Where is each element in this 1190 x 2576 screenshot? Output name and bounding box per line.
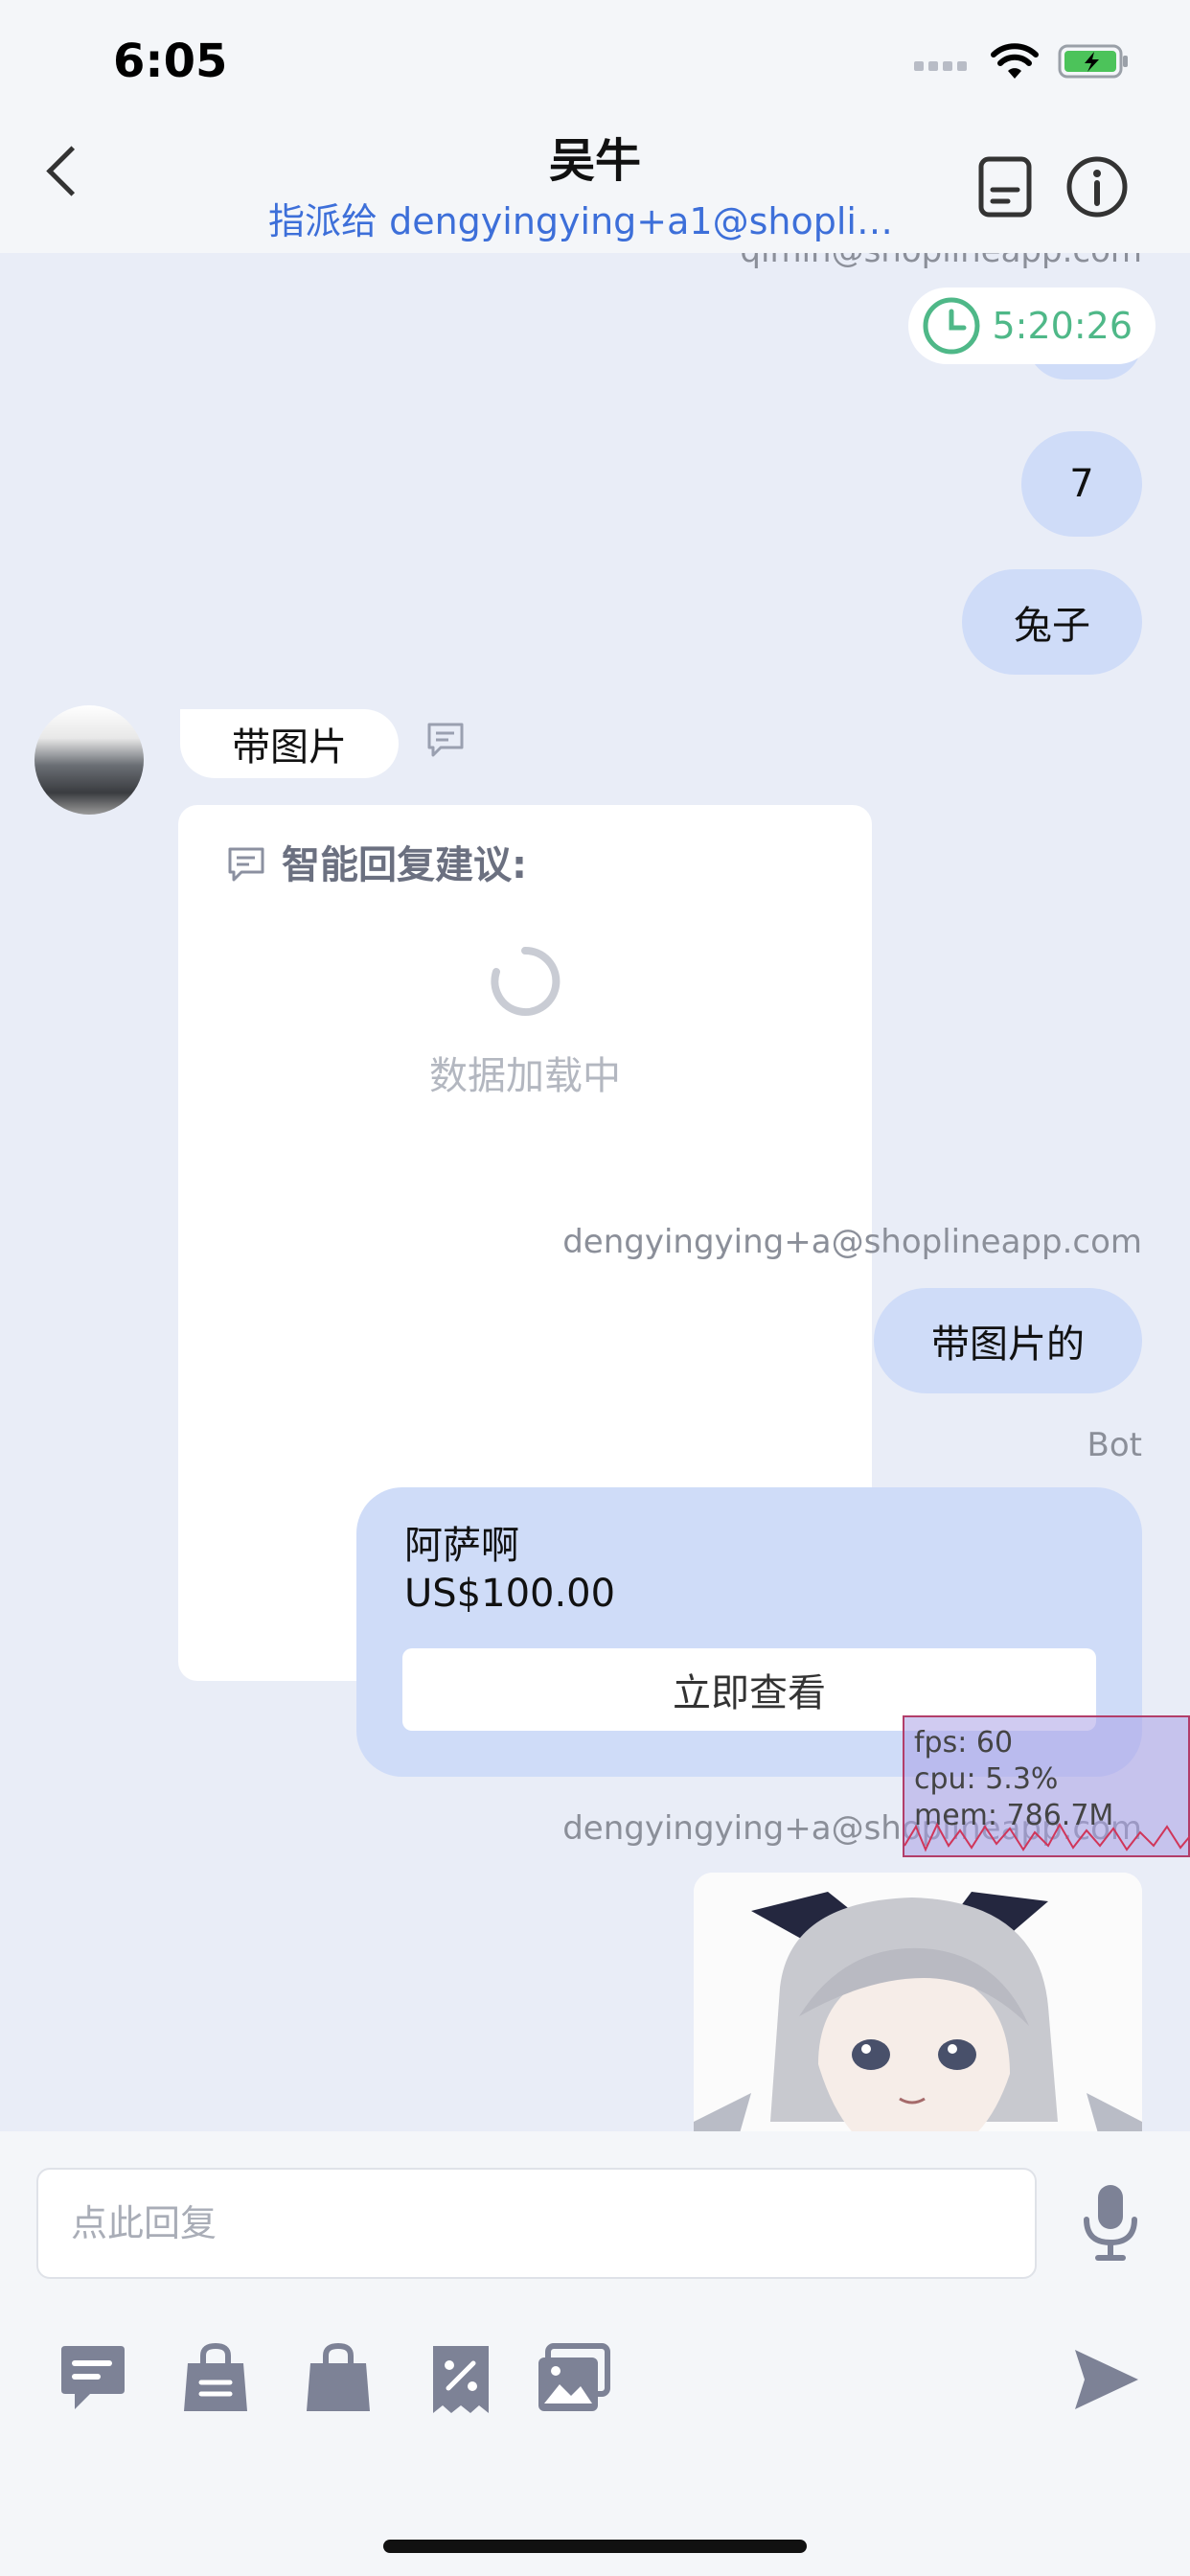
avatar[interactable] [34, 705, 144, 815]
quick-reply-icon[interactable] [56, 2342, 130, 2417]
top-bar: 6:05 吴牛 指派给 dengyingying+a1@shoplineapp.… [0, 0, 1190, 253]
message-text: 带图片的 [931, 1322, 1085, 1367]
wifi-icon [991, 43, 1039, 79]
quote-icon[interactable] [425, 721, 466, 761]
suggestion-title: 智能回复建议: [282, 843, 527, 887]
message-bubble[interactable]: 带图片的 [874, 1288, 1142, 1393]
sender-email: qimin@shoplineapp.com [740, 253, 1142, 270]
timestamp-text: 5:20:26 [992, 305, 1133, 347]
product-bag-icon[interactable] [301, 2342, 376, 2417]
product-price: US$100.00 [404, 1572, 616, 1616]
coupon-icon[interactable] [423, 2342, 498, 2417]
message-text: 带图片 [232, 725, 347, 770]
sender-email: dengyingying+a@shoplineapp.com [562, 1223, 1142, 1261]
order-bag-icon[interactable] [178, 2342, 253, 2417]
message-text: 兔子 [1014, 604, 1090, 648]
cpu-readout: cpu: 5.3% [914, 1762, 1059, 1796]
fps-readout: fps: 60 [914, 1726, 1014, 1760]
info-icon[interactable] [1064, 153, 1131, 220]
assignee-link[interactable]: 指派给 dengyingying+a1@shoplineapp.com [268, 192, 901, 244]
product-name: 阿萨啊 [404, 1524, 519, 1568]
loading-spinner-icon [491, 946, 561, 1016]
microphone-icon[interactable] [1079, 2181, 1142, 2264]
message-bubble[interactable]: 7 [1021, 431, 1142, 537]
message-bubble[interactable]: 兔子 [962, 569, 1142, 675]
anime-girl-image [694, 1873, 1142, 2131]
status-icons [914, 42, 1131, 80]
perf-monitor-overlay: fps: 60 cpu: 5.3% mem: 786.7M [903, 1715, 1190, 1857]
send-icon[interactable] [1071, 2342, 1142, 2417]
message-text: 7 [1069, 462, 1094, 506]
customer-message[interactable]: 带图片 [180, 709, 399, 778]
input-bar [0, 2131, 1190, 2576]
home-indicator [383, 2540, 807, 2553]
sender-label: Bot [1087, 1426, 1142, 1464]
signal-icon [914, 61, 967, 71]
reply-input[interactable] [36, 2168, 1037, 2279]
loading-text: 数据加载中 [429, 1054, 621, 1098]
status-time: 6:05 [113, 34, 228, 88]
gallery-icon[interactable] [535, 2342, 611, 2417]
battery-icon [1058, 44, 1128, 79]
note-icon[interactable] [972, 153, 1039, 220]
clock-icon [923, 297, 979, 355]
timestamp-badge: 5:20:26 [907, 288, 1156, 364]
suggestion-icon [228, 847, 264, 882]
perf-graph [904, 1822, 1190, 1852]
image-message[interactable] [694, 1873, 1142, 2131]
